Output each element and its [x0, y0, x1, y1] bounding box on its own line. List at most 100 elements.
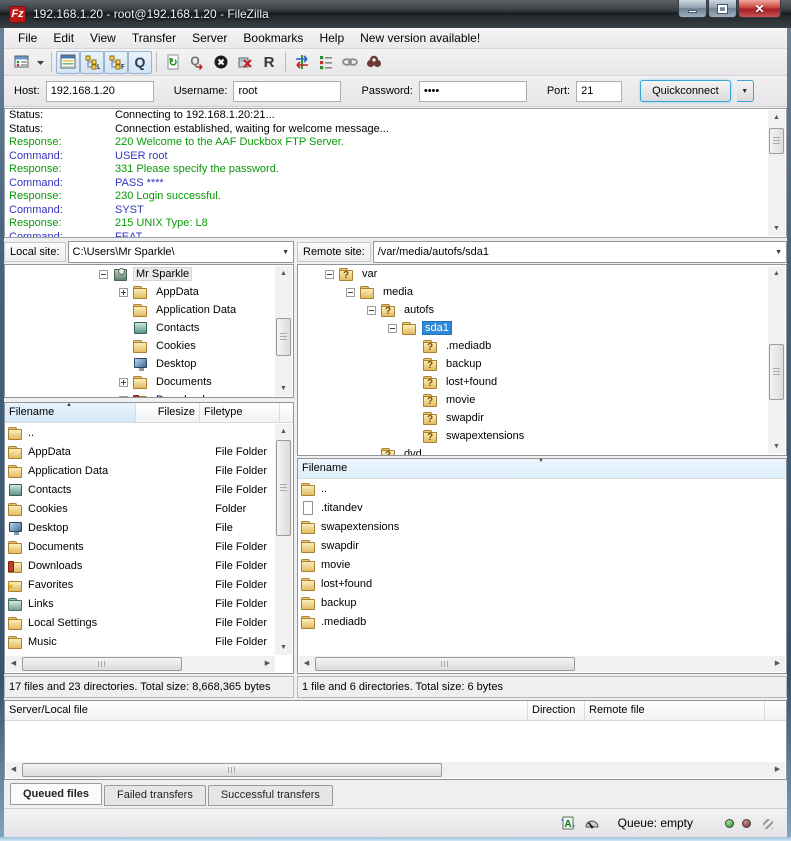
tree-item[interactable]: Documents: [5, 373, 293, 391]
resize-grip[interactable]: [761, 817, 773, 829]
expander-icon[interactable]: [325, 270, 334, 279]
expander-icon[interactable]: [388, 324, 397, 333]
disconnect-button[interactable]: [233, 51, 257, 74]
file-list-row[interactable]: movie: [298, 555, 786, 574]
filename-column-header[interactable]: ▼ Filename: [298, 459, 786, 478]
toggle-queue-processing-button[interactable]: Q: [185, 51, 209, 74]
local-tree-scrollbar-thumb[interactable]: [276, 318, 291, 356]
speed-limits-icon[interactable]: [584, 815, 600, 831]
remote-file-list[interactable]: ▼ Filename .. .titandev: [297, 458, 787, 674]
file-list-row[interactable]: ..: [5, 423, 293, 442]
tree-item[interactable]: autofs: [298, 301, 786, 319]
close-button[interactable]: ✕: [738, 0, 781, 18]
server-local-file-column-header[interactable]: Server/Local file: [5, 701, 528, 720]
remote-tree-scrollbar[interactable]: ▲ ▼: [768, 266, 785, 454]
scroll-up-icon[interactable]: ▲: [768, 266, 785, 281]
filename-column-header[interactable]: ▲ Filename: [5, 403, 136, 422]
password-input[interactable]: [419, 81, 527, 102]
tree-item[interactable]: dvd: [298, 445, 786, 456]
menu-item[interactable]: Server: [184, 29, 235, 47]
refresh-button[interactable]: ↻: [161, 51, 185, 74]
scroll-up-icon[interactable]: ▲: [275, 424, 292, 439]
reconnect-button[interactable]: R: [257, 51, 281, 74]
menu-item[interactable]: Bookmarks: [235, 29, 311, 47]
quickconnect-button[interactable]: Quickconnect: [640, 80, 731, 102]
expander-icon[interactable]: [119, 378, 128, 387]
toggle-remote-tree-button[interactable]: F: [104, 51, 128, 74]
filesize-column-header[interactable]: Filesize: [136, 403, 200, 422]
tree-item[interactable]: media: [298, 283, 786, 301]
local-site-combobox[interactable]: C:\Users\Mr Sparkle\ ▼: [68, 241, 294, 263]
queue-hscrollbar[interactable]: ◀ ▶: [6, 762, 785, 778]
tree-item[interactable]: swapextensions: [298, 427, 786, 445]
scroll-left-icon[interactable]: ◀: [6, 762, 21, 778]
remote-site-combobox[interactable]: /var/media/autofs/sda1 ▼: [373, 241, 787, 263]
file-list-row[interactable]: Documents File Folder: [5, 537, 293, 556]
file-list-row[interactable]: swapdir: [298, 536, 786, 555]
menu-item[interactable]: File: [10, 29, 45, 47]
scroll-right-icon[interactable]: ▶: [770, 656, 785, 672]
minimize-button[interactable]: [678, 0, 707, 18]
quickconnect-dropdown-button[interactable]: ▼: [737, 80, 754, 102]
directory-comparison-button[interactable]: [290, 51, 314, 74]
tree-item[interactable]: var: [298, 265, 786, 283]
remote-tree-scrollbar-thumb[interactable]: [769, 344, 784, 400]
log-scrollbar[interactable]: ▲ ▼: [768, 110, 785, 236]
maximize-button[interactable]: [708, 0, 737, 18]
log-scrollbar-thumb[interactable]: [769, 128, 784, 154]
expander-icon[interactable]: [119, 288, 128, 297]
scroll-down-icon[interactable]: ▼: [768, 221, 785, 236]
menu-item[interactable]: New version available!: [352, 29, 488, 47]
file-list-row[interactable]: .titandev: [298, 498, 786, 517]
tree-item[interactable]: lost+found: [298, 373, 786, 391]
directory-listing-filters-button[interactable]: [314, 51, 338, 74]
scroll-left-icon[interactable]: ◀: [299, 656, 314, 672]
combo-arrow-icon[interactable]: ▼: [282, 249, 289, 256]
local-list-hscrollbar[interactable]: ◀ ▶: [6, 656, 275, 672]
queue-tab[interactable]: Successful transfers: [208, 785, 333, 806]
toggle-message-log-button[interactable]: [56, 51, 80, 74]
menu-item[interactable]: Edit: [45, 29, 82, 47]
file-list-row[interactable]: backup: [298, 593, 786, 612]
expander-icon[interactable]: [367, 306, 376, 315]
file-list-row[interactable]: .mediadb: [298, 612, 786, 631]
file-list-row[interactable]: Music File Folder: [5, 632, 293, 651]
host-input[interactable]: [46, 81, 154, 102]
synchronized-browsing-button[interactable]: [338, 51, 362, 74]
queue-hscrollbar-thumb[interactable]: [22, 763, 442, 777]
tree-item[interactable]: Downloads: [5, 391, 293, 398]
local-directory-tree[interactable]: Mr Sparkle AppData Application Data: [4, 264, 294, 398]
scroll-right-icon[interactable]: ▶: [770, 762, 785, 778]
local-file-list[interactable]: ▲ Filename Filesize Filetype ..: [4, 402, 294, 674]
queue-tab[interactable]: Failed transfers: [104, 785, 206, 806]
scroll-down-icon[interactable]: ▼: [275, 381, 292, 396]
find-files-button[interactable]: [362, 51, 386, 74]
tree-item[interactable]: Mr Sparkle: [5, 265, 293, 283]
filetype-column-header[interactable]: Filetype: [200, 403, 280, 422]
queue-tab[interactable]: Queued files: [10, 783, 102, 805]
menu-item[interactable]: View: [82, 29, 124, 47]
file-list-row[interactable]: Links File Folder: [5, 594, 293, 613]
combo-arrow-icon[interactable]: ▼: [775, 249, 782, 256]
file-list-row[interactable]: Downloads File Folder: [5, 556, 293, 575]
file-list-row[interactable]: Application Data File Folder: [5, 461, 293, 480]
local-list-hscrollbar-thumb[interactable]: [22, 657, 182, 671]
file-list-row[interactable]: AppData File Folder: [5, 442, 293, 461]
menu-item[interactable]: Help: [311, 29, 352, 47]
scroll-right-icon[interactable]: ▶: [260, 656, 275, 672]
file-list-row[interactable]: Local Settings File Folder: [5, 613, 293, 632]
titlebar[interactable]: Fz 192.168.1.20 - root@192.168.1.20 - Fi…: [0, 0, 791, 28]
remote-directory-tree[interactable]: var media autofs: [297, 264, 787, 456]
tree-item[interactable]: .mediadb: [298, 337, 786, 355]
tree-item[interactable]: sda1: [298, 319, 786, 337]
scroll-down-icon[interactable]: ▼: [275, 640, 292, 655]
expander-icon[interactable]: [119, 396, 128, 399]
remote-list-hscrollbar-thumb[interactable]: [315, 657, 575, 671]
site-manager-button[interactable]: [10, 51, 34, 74]
port-input[interactable]: [576, 81, 622, 102]
tree-item[interactable]: Cookies: [5, 337, 293, 355]
tree-item[interactable]: Desktop: [5, 355, 293, 373]
toggle-queue-button[interactable]: Q: [128, 51, 152, 74]
expander-icon[interactable]: [99, 270, 108, 279]
menu-item[interactable]: Transfer: [124, 29, 184, 47]
